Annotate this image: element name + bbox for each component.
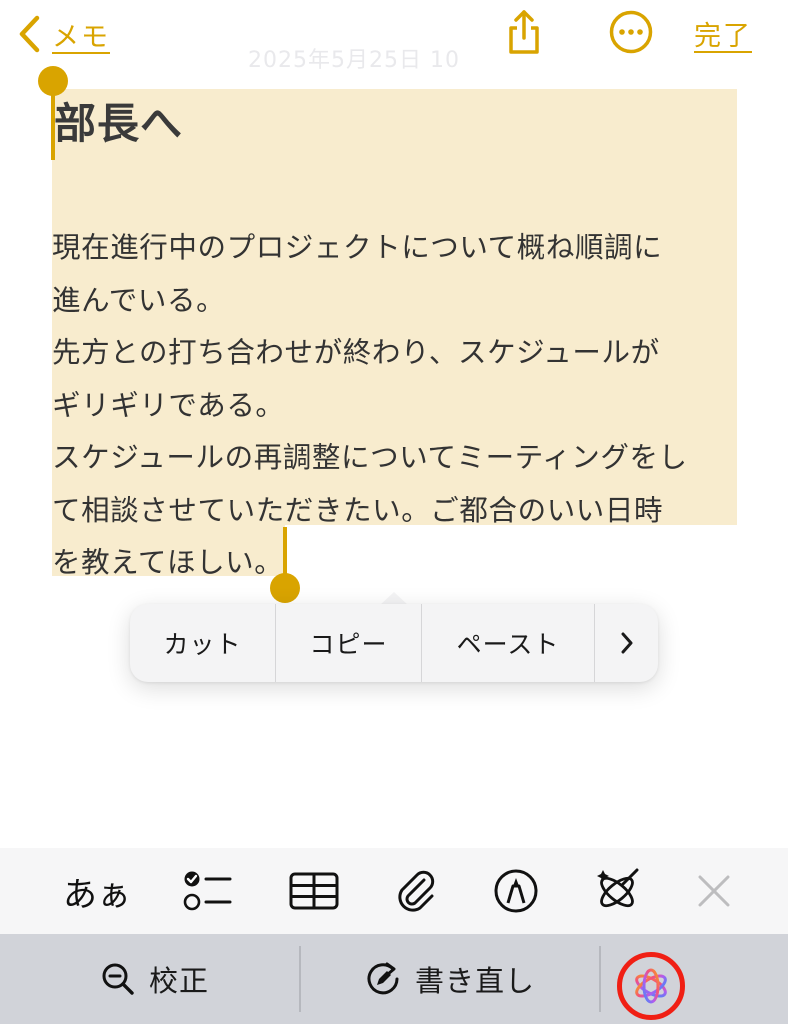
rewrite-label: 書き直し [414, 964, 535, 998]
more-button[interactable] [609, 10, 653, 54]
text-format-button[interactable]: あぁ [62, 868, 132, 915]
close-icon [698, 875, 730, 907]
rewrite-icon [367, 962, 399, 995]
note-line: スケジュールの再調整についてミーティングをし [52, 441, 688, 474]
table-icon [289, 872, 339, 910]
ellipsis-circle-icon [609, 10, 653, 54]
formatting-toolbar: あぁ [0, 848, 788, 934]
proofread-button[interactable]: 校正 [60, 934, 250, 1024]
note-body[interactable]: 現在進行中のプロジェクトについて概ね順調に 進んでいる。 先方との打ち合わせが終… [52, 222, 742, 590]
close-toolbar-button[interactable] [684, 868, 744, 914]
proofread-label: 校正 [148, 964, 209, 998]
attachment-button[interactable] [386, 868, 446, 914]
share-button[interactable] [502, 8, 546, 56]
note-line: 進んでいる。 [52, 283, 226, 317]
keyboard-suggestion-bar: 校正 書き直し [0, 934, 788, 1024]
rewrite-button[interactable]: 書き直し [340, 934, 560, 1024]
selection-end-knob[interactable] [270, 573, 300, 603]
apple-intelligence-button[interactable] [617, 952, 685, 1020]
checklist-button[interactable] [178, 868, 238, 914]
markup-pen-icon [494, 869, 538, 913]
writing-tools-icon [597, 868, 639, 908]
cut-button[interactable]: カット [130, 604, 276, 682]
note-line: 現在進行中のプロジェクトについて概ね順調に [52, 231, 663, 264]
selection-end-stem [283, 527, 287, 579]
writing-tools-button[interactable] [588, 868, 648, 914]
table-button[interactable] [284, 868, 344, 914]
divider [299, 946, 301, 1012]
note-line: を教えてほしい。 [52, 546, 284, 579]
copy-button[interactable]: コピー [276, 604, 422, 682]
navigation-bar: 2025年5月25日 10 メモ 完了 [0, 0, 788, 76]
back-button[interactable]: メモ [16, 12, 110, 56]
more-options-button[interactable] [595, 604, 658, 682]
share-icon [509, 10, 539, 54]
paperclip-icon [398, 870, 435, 912]
note-date: 2025年5月25日 10 [248, 48, 460, 73]
divider [599, 946, 601, 1012]
note-line: 先方との打ち合わせが終わり、スケジュールが [52, 336, 660, 369]
apple-intelligence-icon [635, 968, 667, 1004]
selection-start-stem [51, 88, 55, 160]
note-line: て相談させていただきたい。ご都合のいい日時 [52, 493, 664, 527]
markup-button[interactable] [486, 868, 546, 914]
magnifier-minus-icon [102, 963, 134, 995]
edit-context-menu: カット コピー ペースト [130, 604, 658, 682]
checklist-icon [183, 871, 232, 911]
chevron-left-icon [19, 15, 40, 53]
done-button[interactable]: 完了 [694, 14, 752, 53]
text-format-label: あぁ [63, 874, 131, 915]
chevron-right-icon [621, 632, 632, 654]
note-title[interactable]: 部長へ [54, 90, 183, 151]
paste-button[interactable]: ペースト [422, 604, 595, 682]
back-button-label: メモ [52, 21, 110, 53]
note-line: ギリギリである。 [52, 388, 285, 422]
